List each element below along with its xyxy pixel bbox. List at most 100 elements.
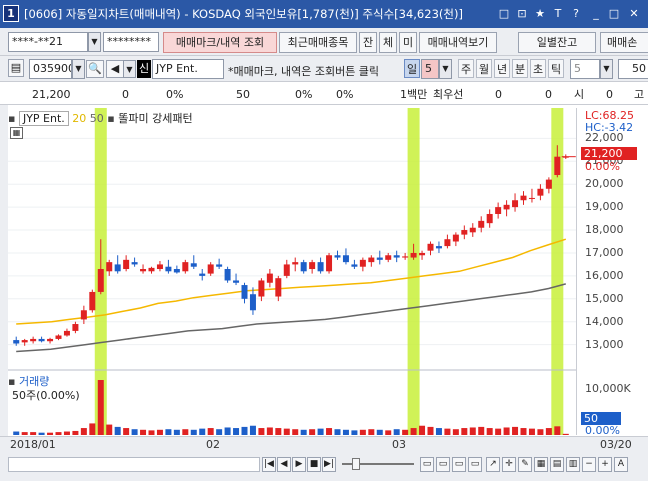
zoom-in-icon[interactable]: + (598, 457, 612, 472)
candle-body (452, 234, 459, 242)
period-month-tab[interactable]: 월 (476, 59, 492, 78)
save-chart-icon[interactable]: ▤ (550, 457, 564, 472)
candle-body (342, 255, 349, 263)
maximize-icon[interactable]: □ (606, 5, 622, 22)
stock-code-dropdown-icon[interactable]: ▼ (72, 59, 85, 79)
stop-icon[interactable]: ■ (307, 457, 321, 472)
view-mode-4-icon[interactable]: ▭ (468, 457, 482, 472)
volume-bar (537, 429, 544, 435)
help-icon[interactable]: ? (568, 5, 584, 22)
trade-mark-query-button[interactable]: 매매마크/내역 조회 (163, 32, 277, 53)
unfilled-button[interactable]: 미 (399, 32, 417, 53)
bar-chart-icon[interactable]: ▥ (566, 457, 580, 472)
count-field[interactable]: 50 (618, 59, 648, 79)
chart-area[interactable]: ▪ JYP Ent. 20 50 ▪ 똘파미 강세패턴 ▦ ▪ 거래량 50주(… (8, 108, 576, 435)
candle-body (72, 324, 79, 331)
period-day-tab[interactable]: 일 (404, 59, 420, 78)
volume-bar (123, 428, 130, 435)
recent-trades-button[interactable]: 최근매매종목 (279, 32, 357, 53)
grid-settings-icon[interactable]: ▦ (10, 127, 23, 139)
volume-bar (97, 380, 104, 435)
volume-bar (165, 429, 172, 435)
candle-body (486, 213, 493, 224)
scroll-back-icon[interactable]: ◀ (277, 457, 291, 472)
candle-body (444, 239, 451, 247)
sound-icon[interactable]: ◀ (106, 60, 124, 78)
account-input[interactable]: ****-**21 (8, 32, 88, 52)
y-tick-label: 14,000 (585, 314, 624, 328)
copy-window-icon[interactable]: □ (496, 5, 512, 22)
draw-tool-icon[interactable]: ✎ (518, 457, 532, 472)
view-mode-1-icon[interactable]: ▭ (420, 457, 434, 472)
volume-bar (21, 432, 28, 435)
volume-bar (427, 426, 434, 435)
period-minute-tab[interactable]: 분 (512, 59, 528, 78)
candle-body (469, 227, 476, 233)
ask-value: 0 (495, 88, 502, 101)
minimize-icon[interactable]: _ (588, 5, 604, 22)
font-size-icon[interactable]: T (550, 5, 566, 22)
tick-value-field[interactable]: 5 (570, 59, 600, 79)
candle-body (30, 338, 37, 342)
password-input[interactable]: ******** (103, 32, 159, 52)
current-price: 21,200 (32, 88, 71, 101)
horizontal-scrollbar[interactable] (8, 457, 260, 472)
trend-tool-icon[interactable]: ↗ (486, 457, 500, 472)
balance-button[interactable]: 잔 (359, 32, 377, 53)
volume-bar (258, 428, 265, 435)
play-icon[interactable]: ▶ (292, 457, 306, 472)
view-mode-2-icon[interactable]: ▭ (436, 457, 450, 472)
volume-bar (554, 426, 561, 435)
trade-history-button[interactable]: 매매내역보기 (419, 32, 497, 53)
crosshair-icon[interactable]: ✛ (502, 457, 516, 472)
legend-pattern-marker-icon: ▪ (107, 112, 115, 125)
candle-body (216, 264, 223, 267)
view-mode-3-icon[interactable]: ▭ (452, 457, 466, 472)
link-window-icon[interactable]: ⊡ (514, 5, 530, 22)
price-axis[interactable]: LC:68.25 HC:-3.42 22,000 21,000 20,000 19,0… (576, 108, 648, 437)
candle-body (241, 285, 248, 299)
layout-icon[interactable]: ▦ (534, 457, 548, 472)
candle-body (80, 310, 87, 320)
volume-bar (47, 432, 54, 435)
favorite-icon[interactable]: ★ (532, 5, 548, 22)
change-percent: 0% (166, 88, 184, 101)
search-icon[interactable]: 🔍 (86, 60, 104, 78)
account-dropdown-icon[interactable]: ▼ (88, 32, 101, 52)
open-label: 시 (574, 88, 585, 101)
legend-stock-name[interactable]: JYP Ent. (18, 111, 69, 126)
volume-bar (173, 429, 180, 435)
candle-body (376, 257, 383, 260)
screen-number-icon[interactable]: 1 (3, 5, 19, 22)
tick-dropdown-icon[interactable]: ▼ (600, 59, 613, 79)
period-dropdown-icon[interactable]: ▼ (439, 59, 452, 79)
candle-body (131, 262, 138, 265)
period-value-field[interactable]: 5 (421, 59, 439, 79)
daily-balance-button[interactable]: 일별잔고 (518, 32, 596, 53)
volume-bar (140, 429, 147, 435)
volume-bar (317, 428, 324, 435)
candlestick-chart[interactable] (8, 108, 576, 435)
volume-bar (342, 429, 349, 435)
scroll-start-icon[interactable]: |◀ (262, 457, 276, 472)
period-year-tab[interactable]: 년 (494, 59, 510, 78)
zoom-slider-thumb[interactable] (352, 458, 360, 470)
stock-code-input[interactable]: 035900 (29, 59, 72, 79)
period-tick-tab[interactable]: 틱 (548, 59, 564, 78)
candle-body (173, 269, 180, 273)
trade-pl-button[interactable]: 매매손 (600, 32, 648, 53)
period-week-tab[interactable]: 주 (458, 59, 474, 78)
scroll-end-icon[interactable]: ▶| (322, 457, 336, 472)
font-increase-icon[interactable]: A (614, 457, 628, 472)
volume-bar (72, 430, 79, 435)
volume-bar (495, 428, 502, 435)
filled-button[interactable]: 체 (379, 32, 397, 53)
sound-dropdown-icon[interactable]: ▼ (123, 60, 136, 78)
volume-bar (368, 429, 375, 435)
close-icon[interactable]: ✕ (626, 5, 642, 22)
candle-body (63, 330, 70, 336)
period-second-tab[interactable]: 초 (530, 59, 546, 78)
zoom-out-icon[interactable]: − (582, 457, 596, 472)
date-label-start: 2018/01 (10, 438, 56, 451)
chart-menu-icon[interactable]: ▤ (8, 59, 24, 77)
